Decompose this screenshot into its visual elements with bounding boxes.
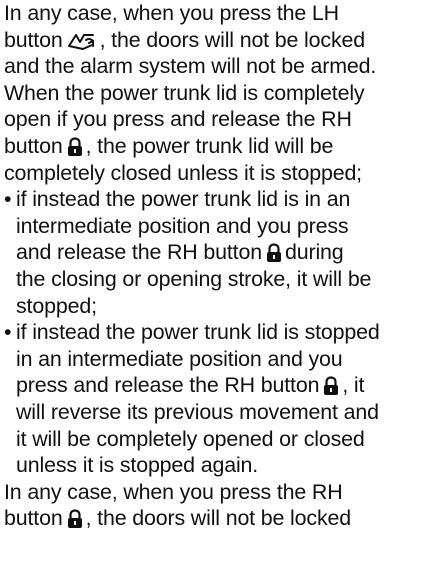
paragraph1-line2: button , the doors will not be locked: [4, 27, 446, 54]
manual-text: In any case, when you press the LH butto…: [4, 0, 446, 532]
paragraph2-line3-after: , the power trunk lid will be: [85, 133, 334, 158]
bullet2-marker: •: [4, 320, 12, 345]
bullet1-marker: •: [4, 187, 12, 212]
paragraph3-line2: button , the doors will not be locked: [4, 505, 446, 532]
bullet1-line1: • if instead the power trunk lid is in an: [4, 186, 446, 213]
bullet1-line4: the closing or opening stroke, it will b…: [16, 266, 372, 291]
bullet1-line3-before: and release the RH button: [16, 240, 262, 265]
manual-page: In any case, when you press the LH butto…: [0, 0, 446, 584]
paragraph2-line2: open if you press and release the RH: [4, 107, 352, 132]
paragraph3-line2-before: button: [4, 506, 63, 531]
bullet1-line2: intermediate position and you press: [16, 213, 349, 238]
bullet2-line2: in an intermediate position and you: [16, 346, 343, 371]
bullet1-line3-after: during: [284, 240, 344, 265]
paragraph2-line3-before: button: [4, 133, 63, 158]
paragraph2-line3: button , the power trunk lid will be: [4, 133, 446, 160]
paragraph3-line1: In any case, when you press the RH: [4, 479, 343, 504]
bullet1-line3: and release the RH button during: [4, 239, 446, 266]
paragraph2-line1: When the power trunk lid is completely: [4, 80, 365, 105]
padlock-icon: [67, 137, 83, 157]
padlock-icon: [266, 243, 282, 263]
bullet2-line1: • if instead the power trunk lid is stopp…: [4, 319, 446, 346]
paragraph3-line2-after: , the doors will not be locked: [85, 506, 352, 531]
paragraph2-line4: completely closed unless it is stopped;: [4, 160, 362, 185]
paragraph1-line2-before: button: [4, 27, 63, 52]
trunk-open-icon: [67, 31, 97, 51]
bullet1-line1-text: if instead the power trunk lid is in an: [16, 187, 351, 212]
bullet2-line1-text: if instead the power trunk lid is stoppe…: [16, 320, 380, 345]
padlock-icon: [323, 376, 339, 396]
paragraph1-line2-after: , the doors will not be locked: [99, 27, 366, 52]
bullet2-line3: press and release the RH button , it: [4, 372, 446, 399]
paragraph1-line1: In any case, when you press the LH: [4, 1, 339, 25]
bullet2-line5: it will be completely opened or closed: [16, 426, 365, 451]
paragraph1-line3: and the alarm system will not be armed.: [4, 54, 377, 79]
bullet1-line5: stopped;: [16, 293, 97, 318]
bullet2-line3-after: , it: [342, 373, 365, 398]
bullet2-line3-before: press and release the RH button: [16, 373, 320, 398]
bullet2-line4: will reverse its previous movement and: [16, 399, 379, 424]
bullet2-line6: unless it is stopped again.: [16, 453, 259, 478]
padlock-icon: [67, 509, 83, 529]
